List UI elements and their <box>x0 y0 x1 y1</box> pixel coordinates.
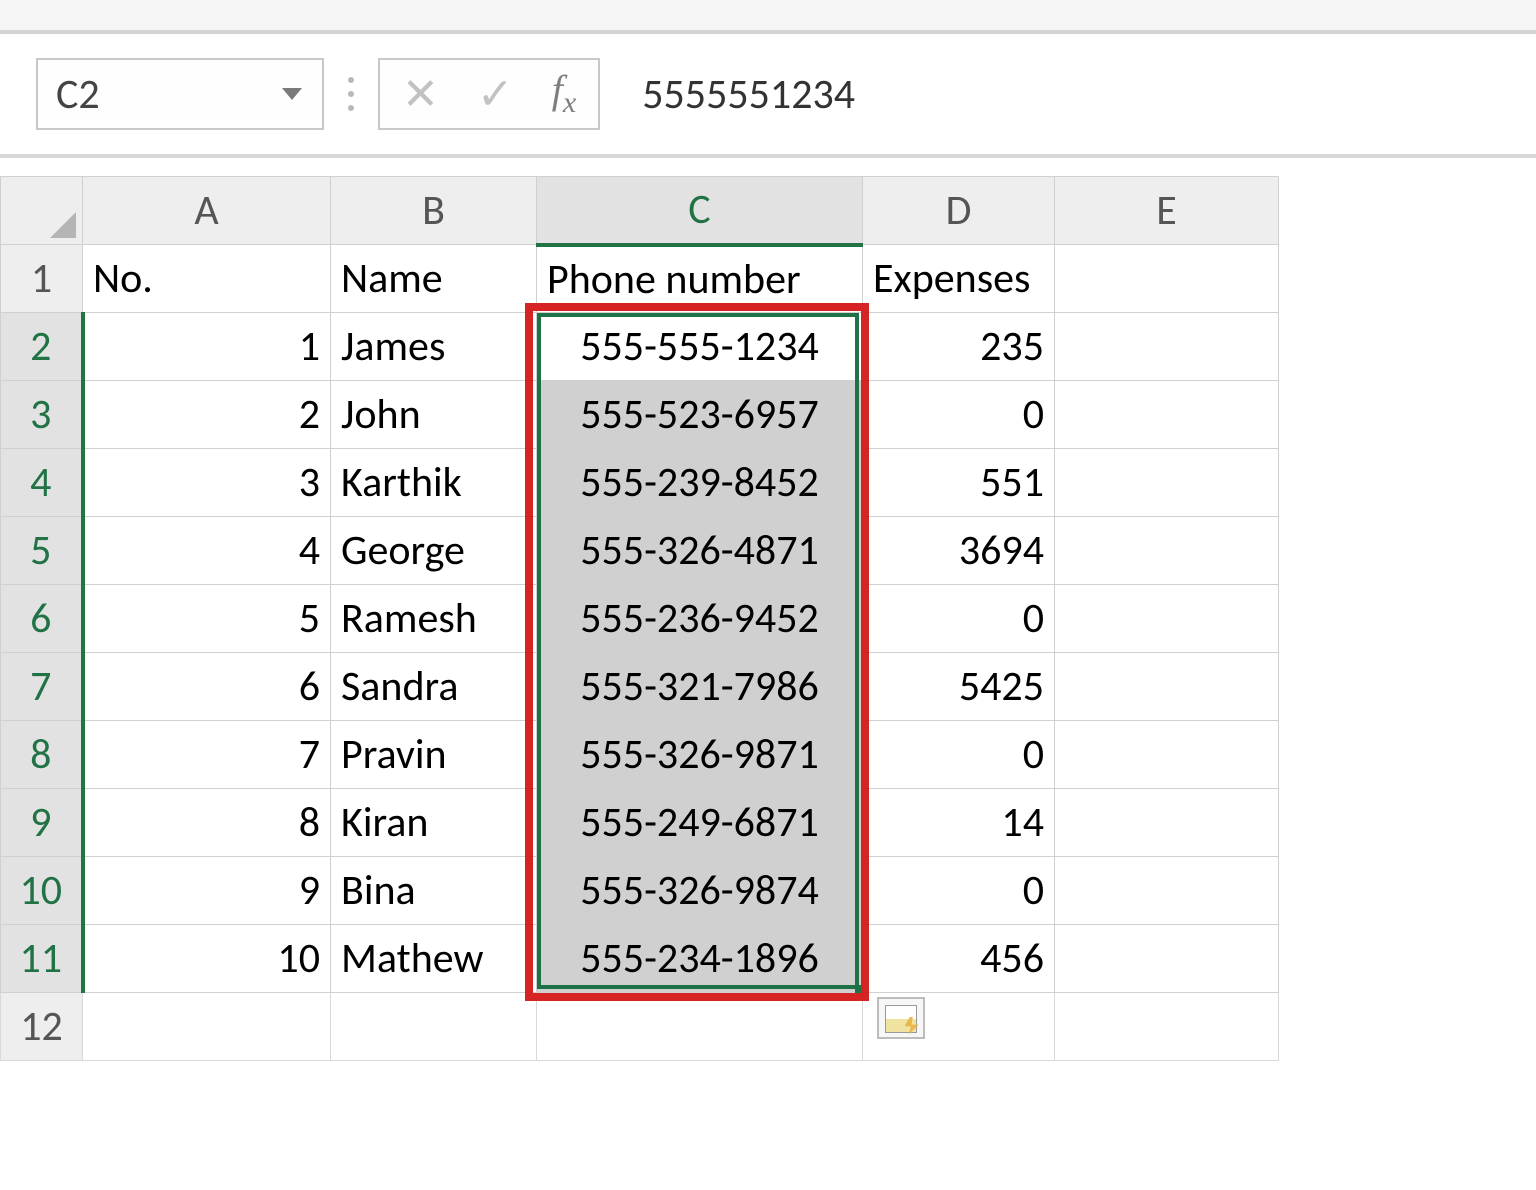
cell-B3[interactable]: John <box>331 381 537 449</box>
cell-E10[interactable] <box>1055 857 1279 925</box>
cell-D3[interactable]: 0 <box>863 381 1055 449</box>
row-header-4[interactable]: 4 <box>1 449 83 517</box>
resize-grip-icon[interactable] <box>342 77 360 111</box>
cell-C12[interactable] <box>537 993 863 1061</box>
row-header-1[interactable]: 1 <box>1 245 83 313</box>
quick-analysis-icon[interactable] <box>877 997 925 1039</box>
cell-C11[interactable]: 555-234-1896 <box>537 925 863 993</box>
row-header-8[interactable]: 8 <box>1 721 83 789</box>
row-header-11[interactable]: 11 <box>1 925 83 993</box>
cell-D11[interactable]: 456 <box>863 925 1055 993</box>
spreadsheet-grid[interactable]: A B C D E 1 No. Name Phone number Expens… <box>0 176 1536 1061</box>
cell-A12[interactable] <box>83 993 331 1061</box>
cell-B7[interactable]: Sandra <box>331 653 537 721</box>
cell-A3[interactable]: 2 <box>83 381 331 449</box>
cell-A8[interactable]: 7 <box>83 721 331 789</box>
cell-A11[interactable]: 10 <box>83 925 331 993</box>
cell-B2[interactable]: James <box>331 313 537 381</box>
cell-E5[interactable] <box>1055 517 1279 585</box>
row-header-5[interactable]: 5 <box>1 517 83 585</box>
cell-A10[interactable]: 9 <box>83 857 331 925</box>
formula-bar-buttons: ✕ ✓ fx <box>378 58 600 130</box>
cell-D8[interactable]: 0 <box>863 721 1055 789</box>
cell-B8[interactable]: Pravin <box>331 721 537 789</box>
cell-A9[interactable]: 8 <box>83 789 331 857</box>
cell-C2[interactable]: 555-555-1234 <box>537 313 863 381</box>
cell-C8[interactable]: 555-326-9871 <box>537 721 863 789</box>
cell-E1[interactable] <box>1055 245 1279 313</box>
cell-E8[interactable] <box>1055 721 1279 789</box>
cell-D4[interactable]: 551 <box>863 449 1055 517</box>
cell-D7[interactable]: 5425 <box>863 653 1055 721</box>
formula-bar: C2 ✕ ✓ fx 5555551234 <box>0 48 1536 154</box>
cell-A4[interactable]: 3 <box>83 449 331 517</box>
name-box-value: C2 <box>56 69 100 120</box>
cell-B6[interactable]: Ramesh <box>331 585 537 653</box>
formula-bar-divider <box>0 154 1536 158</box>
cell-C7[interactable]: 555-321-7986 <box>537 653 863 721</box>
cell-C9[interactable]: 555-249-6871 <box>537 789 863 857</box>
cell-B1[interactable]: Name <box>331 245 537 313</box>
cell-E11[interactable] <box>1055 925 1279 993</box>
row-header-7[interactable]: 7 <box>1 653 83 721</box>
cell-E6[interactable] <box>1055 585 1279 653</box>
cell-D9[interactable]: 14 <box>863 789 1055 857</box>
cell-B4[interactable]: Karthik <box>331 449 537 517</box>
cell-D10[interactable]: 0 <box>863 857 1055 925</box>
row-header-10[interactable]: 10 <box>1 857 83 925</box>
cell-D5[interactable]: 3694 <box>863 517 1055 585</box>
cell-A1[interactable]: No. <box>83 245 331 313</box>
cell-D2[interactable]: 235 <box>863 313 1055 381</box>
cell-E2[interactable] <box>1055 313 1279 381</box>
insert-function-icon[interactable]: fx <box>552 70 576 118</box>
cell-B9[interactable]: Kiran <box>331 789 537 857</box>
col-header-E[interactable]: E <box>1055 177 1279 245</box>
select-all-corner[interactable] <box>1 177 83 245</box>
cell-E9[interactable] <box>1055 789 1279 857</box>
cell-E7[interactable] <box>1055 653 1279 721</box>
row-header-2[interactable]: 2 <box>1 313 83 381</box>
row-header-3[interactable]: 3 <box>1 381 83 449</box>
cell-B11[interactable]: Mathew <box>331 925 537 993</box>
name-box-dropdown-icon[interactable] <box>282 88 302 100</box>
cell-A7[interactable]: 6 <box>83 653 331 721</box>
cell-C1[interactable]: Phone number <box>537 245 863 313</box>
cell-D1[interactable]: Expenses <box>863 245 1055 313</box>
cancel-icon[interactable]: ✕ <box>402 72 439 116</box>
cell-C3[interactable]: 555-523-6957 <box>537 381 863 449</box>
cell-B10[interactable]: Bina <box>331 857 537 925</box>
cell-C6[interactable]: 555-236-9452 <box>537 585 863 653</box>
cell-A2[interactable]: 1 <box>83 313 331 381</box>
cell-C10[interactable]: 555-326-9874 <box>537 857 863 925</box>
cell-E4[interactable] <box>1055 449 1279 517</box>
col-header-A[interactable]: A <box>83 177 331 245</box>
row-header-9[interactable]: 9 <box>1 789 83 857</box>
enter-icon[interactable]: ✓ <box>477 72 514 116</box>
col-header-D[interactable]: D <box>863 177 1055 245</box>
name-box[interactable]: C2 <box>36 58 324 130</box>
cell-C4[interactable]: 555-239-8452 <box>537 449 863 517</box>
cell-A6[interactable]: 5 <box>83 585 331 653</box>
ribbon-divider <box>0 30 1536 48</box>
cell-A5[interactable]: 4 <box>83 517 331 585</box>
cell-E12[interactable] <box>1055 993 1279 1061</box>
cell-C5[interactable]: 555-326-4871 <box>537 517 863 585</box>
col-header-C[interactable]: C <box>537 177 863 245</box>
row-header-6[interactable]: 6 <box>1 585 83 653</box>
cell-B12[interactable] <box>331 993 537 1061</box>
cell-E3[interactable] <box>1055 381 1279 449</box>
col-header-B[interactable]: B <box>331 177 537 245</box>
row-header-12[interactable]: 12 <box>1 993 83 1061</box>
cell-B5[interactable]: George <box>331 517 537 585</box>
cell-D6[interactable]: 0 <box>863 585 1055 653</box>
formula-bar-value[interactable]: 5555551234 <box>618 58 1516 130</box>
